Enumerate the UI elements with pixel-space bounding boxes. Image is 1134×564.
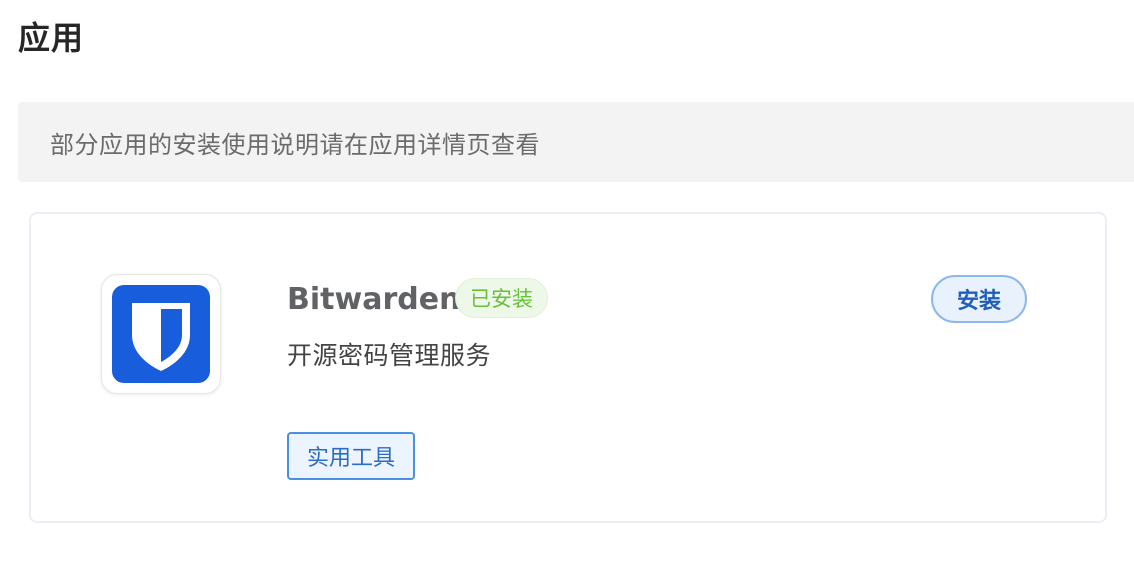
category-tag[interactable]: 实用工具 [287,432,416,480]
bitwarden-shield-icon [112,285,210,383]
app-logo [101,274,221,394]
app-store-page: 应用 部分应用的安装使用说明请在应用详情页查看 Bitwarden 已安装 开源… [0,0,1134,564]
installed-status-badge: 已安装 [455,278,548,318]
install-notice-text: 部分应用的安装使用说明请在应用详情页查看 [50,130,540,159]
install-notice: 部分应用的安装使用说明请在应用详情页查看 [18,102,1134,182]
install-button[interactable]: 安装 [931,275,1027,323]
page-title: 应用 [18,19,85,57]
app-description: 开源密码管理服务 [287,341,492,370]
app-name[interactable]: Bitwarden [287,280,460,320]
app-card[interactable]: Bitwarden 已安装 开源密码管理服务 实用工具 安装 [29,212,1107,523]
